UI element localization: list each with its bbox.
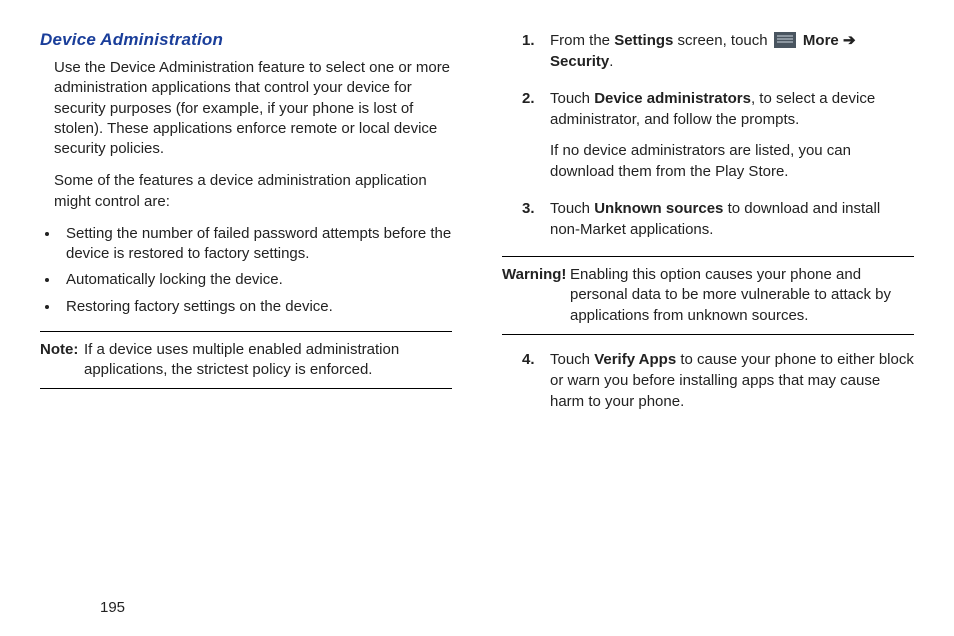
right-column: 1. From the Settings screen, touch More … (502, 30, 914, 428)
bullet-item: Automatically locking the device. (60, 270, 452, 290)
step-1: 1. From the Settings screen, touch More … (522, 30, 914, 72)
section-heading: Device Administration (40, 30, 452, 50)
feature-bullet-list: Setting the number of failed password at… (54, 224, 452, 317)
step-text: From the Settings screen, touch More ➔ S… (550, 32, 856, 70)
step-subtext: If no device administrators are listed, … (550, 140, 914, 182)
step-number: 1. (522, 30, 535, 51)
warning-label: Warning! (502, 265, 566, 326)
more-icon (774, 32, 796, 48)
page-columns: Device Administration Use the Device Adm… (40, 30, 914, 428)
note-text: If a device uses multiple enabled admini… (84, 340, 452, 381)
step-2: 2. Touch Device administrators, to selec… (522, 88, 914, 182)
step-text: Touch Device administrators, to select a… (550, 90, 875, 128)
warning-text: Enabling this option causes your phone a… (570, 265, 914, 326)
step-4: 4. Touch Verify Apps to cause your phone… (522, 349, 914, 412)
step-text: Touch Unknown sources to download and in… (550, 200, 880, 238)
bullet-item: Setting the number of failed password at… (60, 224, 452, 265)
steps-list-continued: 4. Touch Verify Apps to cause your phone… (522, 349, 914, 412)
intro-paragraph-1: Use the Device Administration feature to… (54, 58, 452, 159)
steps-list: 1. From the Settings screen, touch More … (522, 30, 914, 240)
step-text: Touch Verify Apps to cause your phone to… (550, 351, 914, 410)
bullet-item: Restoring factory settings on the device… (60, 297, 452, 317)
page-number: 195 (100, 599, 125, 616)
left-column: Device Administration Use the Device Adm… (40, 30, 452, 428)
note-block: Note: If a device uses multiple enabled … (40, 331, 452, 390)
step-number: 4. (522, 349, 535, 370)
intro-paragraph-2: Some of the features a device administra… (54, 171, 452, 212)
step-3: 3. Touch Unknown sources to download and… (522, 198, 914, 240)
note-label: Note: (40, 340, 80, 381)
warning-block: Warning! Enabling this option causes you… (502, 256, 914, 335)
step-number: 3. (522, 198, 535, 219)
step-number: 2. (522, 88, 535, 109)
